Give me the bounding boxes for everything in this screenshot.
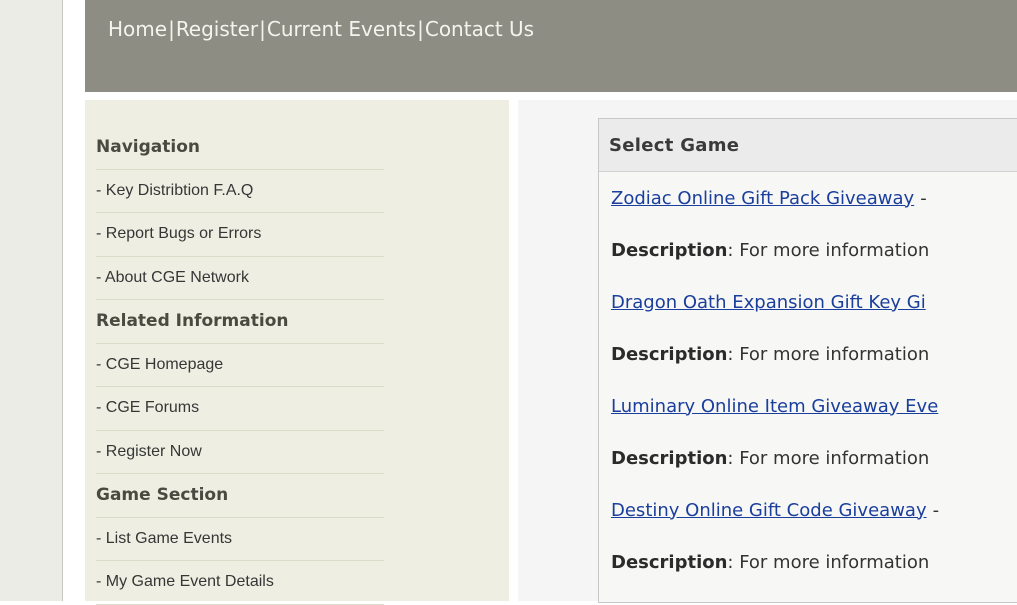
event-description-row: Description: For more information xyxy=(611,224,1017,276)
description-label: Description xyxy=(611,551,728,573)
event-list: Zodiac Online Gift Pack Giveaway - Descri… xyxy=(599,172,1017,588)
sidebar-heading-navigation: Navigation xyxy=(96,126,384,170)
event-description-row: Description: For more information xyxy=(611,328,1017,380)
description-text: : For more information xyxy=(727,447,930,469)
description-label: Description xyxy=(611,447,728,469)
select-game-panel: Select Game Zodiac Online Gift Pack Give… xyxy=(598,118,1017,603)
sidebar-item-register-now[interactable]: - Register Now xyxy=(96,431,384,474)
event-title-row: Destiny Online Gift Code Giveaway - xyxy=(611,484,1017,536)
sidebar-heading-related-information: Related Information xyxy=(96,300,384,344)
sidebar-item-cge-homepage[interactable]: - CGE Homepage xyxy=(96,344,384,387)
event-link-dragon-oath[interactable]: Dragon Oath Expansion Gift Key Gi xyxy=(611,292,926,313)
topnav-separator: | xyxy=(168,17,175,41)
left-gutter xyxy=(0,0,62,601)
site-header xyxy=(85,0,1017,92)
panel-title: Select Game xyxy=(599,119,1017,172)
event-link-destiny-online[interactable]: Destiny Online Gift Code Giveaway xyxy=(611,500,927,521)
event-description-row: Description: For more information xyxy=(611,536,1017,588)
description-text: : For more information xyxy=(727,239,930,261)
event-link-luminary-online[interactable]: Luminary Online Item Giveaway Eve xyxy=(611,396,938,417)
event-title-row: Dragon Oath Expansion Gift Key Gi xyxy=(611,276,1017,328)
event-description-row: Description: For more information xyxy=(611,432,1017,484)
topnav-home-link[interactable]: Home xyxy=(108,17,167,41)
event-title-suffix: - xyxy=(920,187,927,209)
topnav-separator: | xyxy=(259,17,266,41)
top-navigation: Home|Register|Current Events|Contact Us xyxy=(108,17,534,41)
sidebar-item-my-game-event-details[interactable]: - My Game Event Details xyxy=(96,561,384,605)
topnav-contact-us-link[interactable]: Contact Us xyxy=(425,17,534,41)
description-label: Description xyxy=(611,239,728,261)
sidebar-item-list-game-events[interactable]: - List Game Events xyxy=(96,518,384,561)
sidebar-item-report-bugs[interactable]: - Report Bugs or Errors xyxy=(96,213,384,257)
gutter-divider xyxy=(62,0,63,601)
sidebar-item-cge-forums[interactable]: - CGE Forums xyxy=(96,387,384,431)
topnav-register-link[interactable]: Register xyxy=(176,17,258,41)
description-label: Description xyxy=(611,343,728,365)
event-title-row: Zodiac Online Gift Pack Giveaway - xyxy=(611,172,1017,224)
topnav-current-events-link[interactable]: Current Events xyxy=(267,17,416,41)
sidebar-item-about-cge-network[interactable]: - About CGE Network xyxy=(96,257,384,300)
sidebar-heading-game-section: Game Section xyxy=(96,474,384,518)
description-text: : For more information xyxy=(727,343,930,365)
event-title-row: Luminary Online Item Giveaway Eve xyxy=(611,380,1017,432)
event-title-suffix: - xyxy=(932,499,940,521)
event-link-zodiac-online[interactable]: Zodiac Online Gift Pack Giveaway xyxy=(611,188,914,209)
sidebar-item-key-distribution-faq[interactable]: - Key Distribtion F.A.Q xyxy=(96,170,384,213)
topnav-separator: | xyxy=(417,17,424,41)
description-text: : For more information xyxy=(727,551,930,573)
sidebar-menu: Navigation - Key Distribtion F.A.Q - Rep… xyxy=(96,126,384,605)
